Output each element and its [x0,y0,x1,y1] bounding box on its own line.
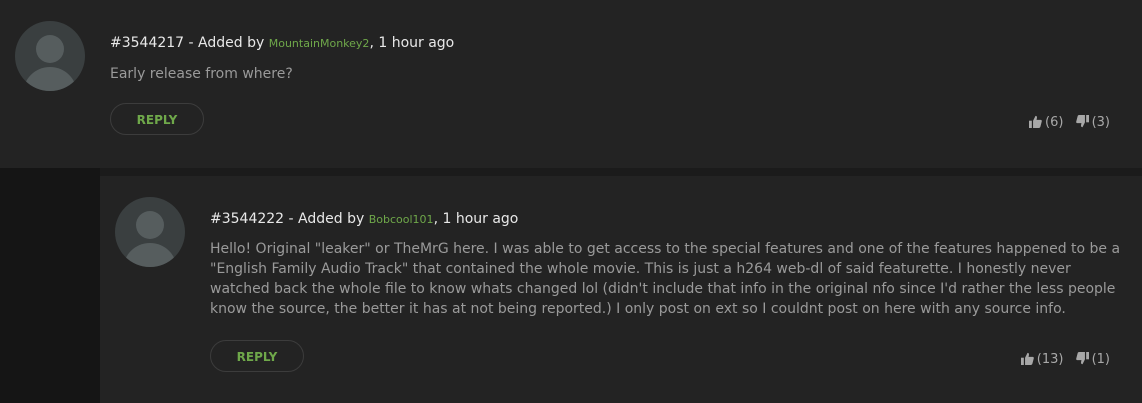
avatar-body-shape [23,67,77,91]
username-link[interactable]: MountainMonkey2 [269,37,370,50]
reply-button[interactable]: REPLY [110,103,204,135]
comment-header: #3544217 - Added by MountainMonkey2, 1 h… [110,35,454,51]
upvote-count: (6) [1045,115,1064,130]
downvote-button[interactable]: (1) [1075,352,1110,367]
thumbs-up-icon [1029,115,1042,128]
comment-time: , 1 hour ago [369,35,455,51]
thumbs-up-icon [1020,352,1034,365]
comment: #3544217 - Added by MountainMonkey2, 1 h… [0,0,1142,168]
comment-reply: #3544222 - Added by Bobcool101, 1 hour a… [100,176,1142,403]
comment-text: Early release from where? [110,66,293,82]
added-by-label: - Added by [284,211,369,227]
added-by-label: - Added by [184,35,269,51]
downvote-button[interactable]: (3) [1075,115,1110,130]
thumbs-down-icon [1075,115,1089,128]
user-avatar[interactable] [115,197,185,267]
upvote-button[interactable]: (13) [1020,352,1064,367]
comment-time: , 1 hour ago [433,211,519,227]
comment-id: #3544217 [110,35,185,51]
user-avatar[interactable] [15,21,85,91]
reply-button[interactable]: REPLY [210,340,304,372]
avatar-body-shape [123,243,177,267]
username-link[interactable]: Bobcool101 [369,213,434,226]
vote-controls: (6) (3) [1021,115,1110,130]
comment-id: #3544222 [210,211,285,227]
avatar-head-shape [136,211,164,239]
downvote-count: (1) [1091,352,1110,367]
comment-header: #3544222 - Added by Bobcool101, 1 hour a… [210,211,518,227]
vote-controls: (13) (1) [1013,352,1110,367]
avatar-head-shape [36,35,64,63]
upvote-button[interactable]: (6) [1029,115,1063,130]
upvote-count: (13) [1036,352,1064,367]
reply-indent-gutter [0,168,100,403]
downvote-count: (3) [1091,115,1110,130]
comment-text: Hello! Original "leaker" or TheMrG here.… [210,241,1121,317]
thumbs-down-icon [1075,352,1089,365]
